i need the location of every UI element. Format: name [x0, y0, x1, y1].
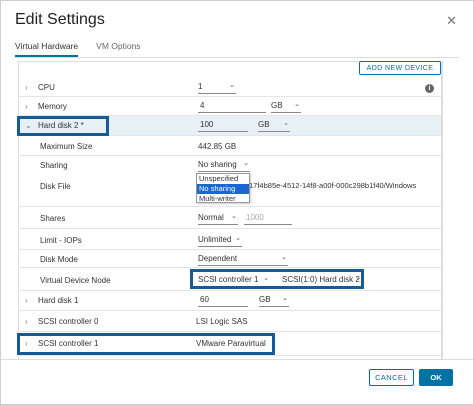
row-scsi-controller-0: › SCSI controller 0 LSI Logic SAS [18, 311, 441, 332]
hard-disk-1-unit-select[interactable]: GB ⌄ [259, 295, 289, 307]
row-virtual-device-node: Virtual Device Node SCSI controller 1 ⌄ … [18, 268, 441, 291]
hard-disk-2-unit: GB [258, 120, 270, 129]
disk-mode-select[interactable]: Dependent ⌄ [198, 254, 288, 266]
row-memory: › Memory 4 GB ⌄ [18, 97, 441, 116]
shares-label: Shares [40, 214, 66, 223]
vdn-slot-select[interactable]: SCSI(1:0) Hard disk 2 ⌄ [282, 275, 362, 287]
close-icon[interactable]: ✕ [446, 13, 457, 29]
max-size-value: 442.85 GB [198, 142, 237, 151]
virtual-device-node-label: Virtual Device Node [40, 276, 111, 285]
edit-settings-dialog: Edit Settings ✕ Virtual Hardware VM Opti… [0, 0, 474, 405]
row-limit-iops: Limit - IOPs Unlimited ⌄ [18, 229, 441, 250]
row-hard-disk-1: › Hard disk 1 60 GB ⌄ [18, 291, 441, 311]
scsi-controller-1-value: VMware Paravirtual [196, 339, 266, 348]
hard-disk-2-size-input[interactable]: 100 [198, 120, 248, 132]
cpu-label: CPU [38, 83, 55, 92]
memory-input[interactable]: 4 [198, 101, 266, 113]
chevron-down-icon: ⌄ [281, 254, 287, 261]
cpu-select[interactable]: 1 ⌄ [198, 82, 236, 94]
tab-bar: Virtual Hardware VM Options [15, 41, 141, 57]
cancel-button[interactable]: CANCEL [369, 369, 414, 386]
chevron-down-icon: ⌄ [235, 235, 241, 242]
tab-virtual-hardware[interactable]: Virtual Hardware [15, 41, 79, 57]
sharing-select[interactable]: No sharing ⌄ [198, 160, 250, 172]
disk-mode-label: Disk Mode [40, 255, 78, 264]
chevron-right-icon[interactable]: › [25, 317, 28, 326]
chevron-right-icon[interactable]: › [25, 83, 28, 92]
row-max-size: Maximum Size 442.85 GB [18, 136, 441, 156]
chevron-down-icon: ⌄ [231, 213, 237, 220]
row-sharing: Sharing No sharing ⌄ [18, 156, 441, 174]
chevron-down-icon: ⌄ [243, 160, 249, 167]
row-shares: Shares Normal ⌄ 1000 [18, 207, 441, 229]
hard-disk-1-unit: GB [259, 295, 271, 304]
sharing-option-multi-writer[interactable]: Multi-writer [197, 194, 249, 204]
row-disk-mode: Disk Mode Dependent ⌄ [18, 250, 441, 268]
vdn-controller-value: SCSI controller 1 [198, 275, 259, 284]
limit-iops-label: Limit - IOPs [40, 236, 82, 245]
scsi-controller-0-value: LSI Logic SAS [196, 317, 248, 326]
limit-iops-value: Unlimited [198, 235, 232, 244]
max-size-label: Maximum Size [40, 142, 93, 151]
chevron-right-icon[interactable]: › [25, 102, 28, 111]
sharing-label: Sharing [40, 161, 68, 170]
row-cpu: › CPU 1 ⌄ [18, 79, 441, 97]
chevron-down-icon: ⌄ [355, 275, 361, 282]
memory-unit: GB [271, 101, 283, 110]
add-new-device-button[interactable]: ADD NEW DEVICE [359, 61, 441, 75]
shares-select[interactable]: Normal ⌄ [198, 213, 238, 225]
vdn-slot-value: SCSI(1:0) Hard disk 2 [282, 275, 360, 284]
chevron-down-icon[interactable]: ⌄ [25, 121, 32, 130]
limit-iops-select[interactable]: Unlimited ⌄ [198, 235, 242, 247]
info-icon[interactable]: i [425, 84, 434, 93]
chevron-down-icon: ⌄ [283, 120, 289, 127]
hardware-list-border [442, 61, 443, 359]
chevron-down-icon: ⌄ [294, 101, 300, 108]
vdn-controller-select[interactable]: SCSI controller 1 ⌄ [198, 275, 270, 287]
memory-label: Memory [38, 102, 67, 111]
ok-button[interactable]: OK [419, 369, 453, 386]
shares-value: Normal [198, 213, 224, 222]
sharing-option-unspecified[interactable]: Unspecified [197, 174, 249, 184]
hard-disk-2-unit-select[interactable]: GB ⌄ [258, 120, 290, 132]
disk-mode-value: Dependent [198, 254, 238, 263]
sharing-dropdown-menu: Unspecified No sharing Multi-writer [196, 173, 250, 203]
chevron-right-icon[interactable]: › [25, 296, 28, 305]
hard-disk-1-label: Hard disk 1 [38, 296, 79, 305]
tab-vm-options[interactable]: VM Options [96, 41, 140, 57]
tabs-divider [15, 57, 459, 58]
cpu-value: 1 [198, 82, 203, 91]
scsi-controller-1-label: SCSI controller 1 [38, 339, 99, 348]
sharing-option-no-sharing[interactable]: No sharing [197, 184, 249, 194]
hard-disk-2-label: Hard disk 2 * [38, 121, 84, 130]
sharing-value: No sharing [198, 160, 237, 169]
chevron-down-icon: ⌄ [229, 82, 235, 89]
disk-file-value: 17f4b85e-4512-14f8-a00f-000c298b1f40/Win… [249, 181, 417, 190]
scsi-controller-0-label: SCSI controller 0 [38, 317, 99, 326]
shares-number-input[interactable]: 1000 [244, 213, 292, 225]
row-scsi-controller-1: › SCSI controller 1 VMware Paravirtual [18, 332, 441, 356]
dialog-title: Edit Settings [15, 11, 105, 28]
chevron-right-icon[interactable]: › [25, 339, 28, 348]
row-hard-disk-2: ⌄ Hard disk 2 * 100 GB ⌄ [18, 116, 441, 136]
hard-disk-1-size-input[interactable]: 60 [198, 295, 248, 307]
chevron-down-icon: ⌄ [282, 295, 288, 302]
memory-unit-select[interactable]: GB ⌄ [271, 101, 301, 113]
disk-file-label: Disk File [40, 182, 71, 191]
chevron-down-icon: ⌄ [263, 275, 269, 282]
footer-divider [1, 359, 473, 360]
